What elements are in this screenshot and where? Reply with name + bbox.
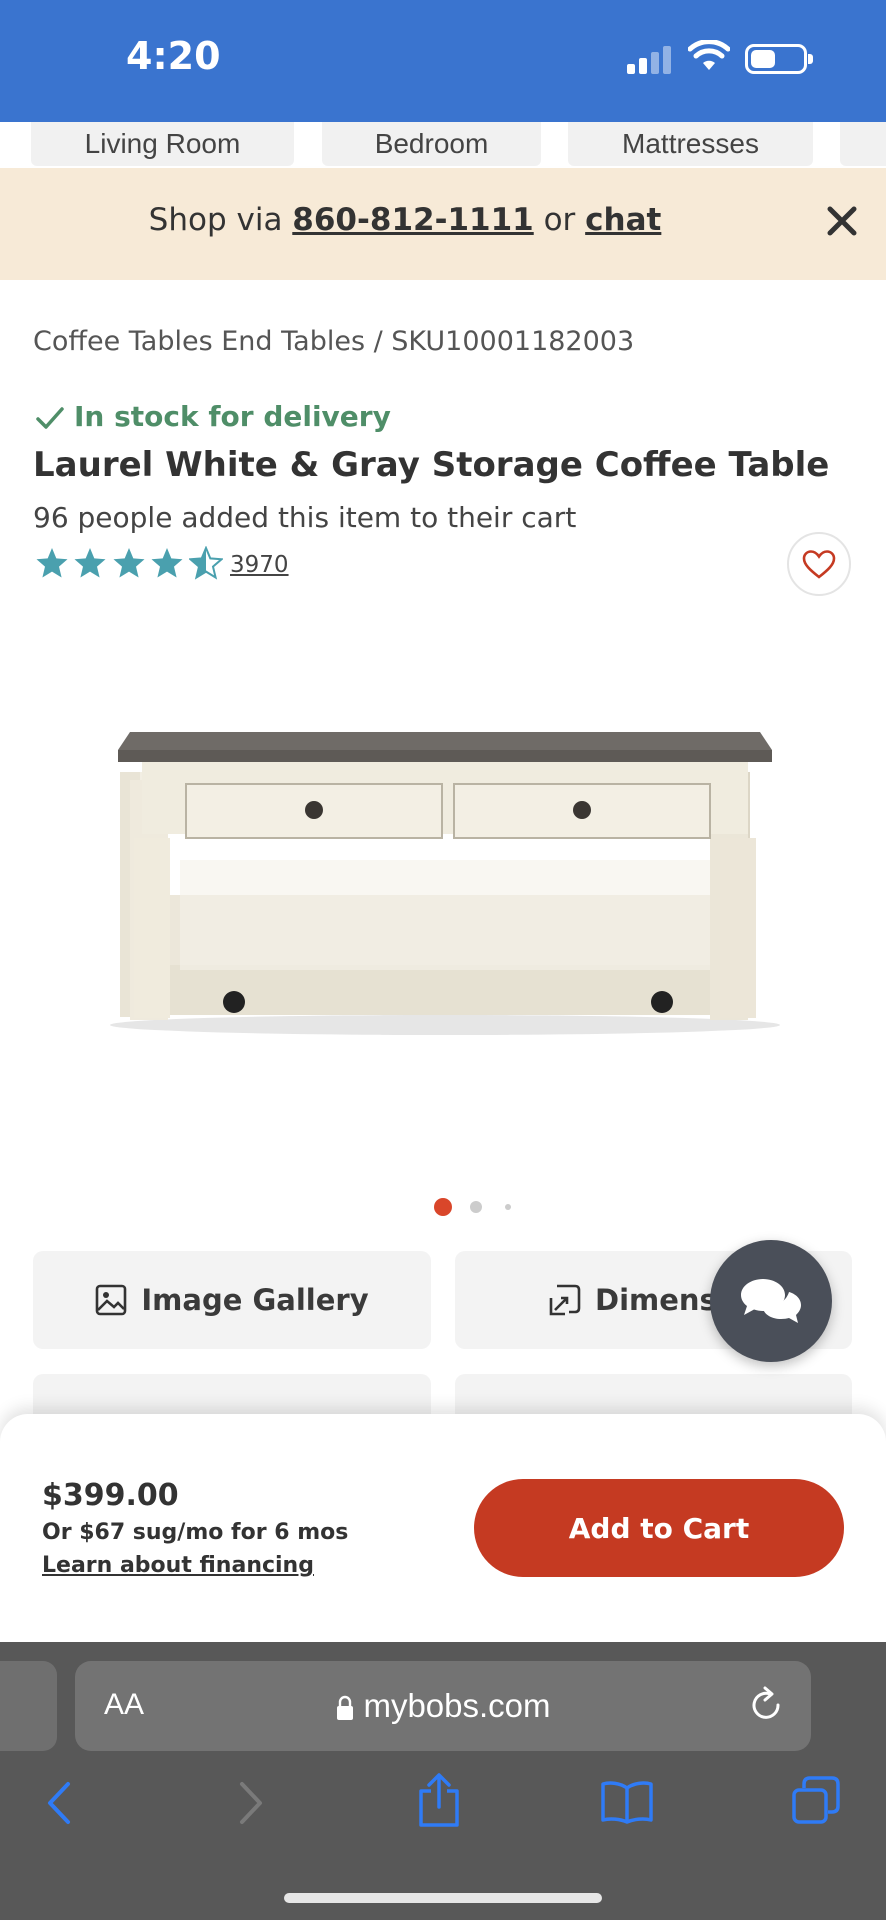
star-icon [74, 548, 106, 578]
dimensions-label: Dimensi [595, 1283, 727, 1317]
promo-text: Shop via 860-812-1111 or chat [0, 202, 810, 238]
promo-middle: or [533, 202, 586, 238]
learn-financing-link[interactable]: Learn about financing [42, 1553, 314, 1578]
battery-icon [745, 44, 813, 74]
cart-count-text: 96 people added this item to their cart [33, 501, 577, 534]
bookmarks-icon[interactable] [600, 1780, 654, 1824]
carousel-dot[interactable] [470, 1201, 482, 1213]
share-icon[interactable] [417, 1773, 461, 1827]
review-count-link[interactable]: 3970 [230, 552, 289, 578]
breadcrumb[interactable]: Coffee Tables End Tables / SKU1000118200… [33, 326, 634, 357]
chat-link[interactable]: chat [585, 202, 661, 238]
back-icon[interactable] [44, 1780, 74, 1826]
star-icon [36, 548, 68, 578]
close-icon[interactable] [826, 205, 858, 237]
carousel-dot[interactable] [505, 1204, 511, 1210]
image-gallery-button[interactable]: Image Gallery [33, 1251, 431, 1349]
promo-banner: Shop via 860-812-1111 or chat [0, 168, 886, 280]
add-to-cart-button[interactable]: Add to Cart [474, 1479, 844, 1577]
home-indicator [284, 1893, 602, 1903]
star-rating[interactable] [35, 546, 223, 582]
financing-text: Or $67 sug/mo for 6 mos [42, 1520, 349, 1545]
wifi-icon [688, 40, 730, 70]
star-icon [113, 548, 145, 578]
stock-label: In stock for delivery [74, 400, 391, 433]
price: $399.00 [42, 1478, 179, 1513]
heart-icon [802, 550, 836, 579]
status-bar: 4:20 [0, 0, 886, 122]
category-tab-bedroom[interactable]: Bedroom [322, 122, 541, 166]
carousel-dot-active[interactable] [434, 1198, 452, 1216]
product-title: Laurel White & Gray Storage Coffee Table [33, 445, 830, 485]
promo-prefix: Shop via [148, 202, 293, 238]
action-card[interactable] [33, 1374, 431, 1414]
reload-icon[interactable] [748, 1686, 784, 1724]
favorite-button[interactable] [787, 532, 851, 596]
star-half-icon [188, 546, 223, 580]
lock-icon [337, 1696, 354, 1721]
signal-icon [627, 44, 673, 74]
category-tabs: Living Room Bedroom Mattresses [0, 122, 886, 168]
action-card[interactable] [455, 1374, 852, 1414]
tabs-icon[interactable] [792, 1776, 840, 1824]
stock-status: In stock for delivery [36, 400, 391, 433]
url-text: mybobs.com [363, 1687, 551, 1724]
phone-link[interactable]: 860-812-1111 [292, 202, 533, 238]
dimensions-icon [549, 1284, 581, 1316]
chat-button[interactable] [710, 1240, 832, 1362]
product-image[interactable] [100, 720, 790, 1040]
forward-icon[interactable] [236, 1780, 266, 1826]
image-icon [96, 1284, 127, 1316]
category-tab-living-room[interactable]: Living Room [31, 122, 294, 166]
image-gallery-label: Image Gallery [141, 1283, 369, 1317]
category-tab-mattresses[interactable]: Mattresses [568, 122, 813, 166]
checkmark-icon [36, 407, 64, 429]
chat-icon [741, 1279, 801, 1323]
star-icon [151, 548, 183, 578]
category-tab-more[interactable] [840, 122, 886, 166]
status-time: 4:20 [126, 34, 221, 78]
